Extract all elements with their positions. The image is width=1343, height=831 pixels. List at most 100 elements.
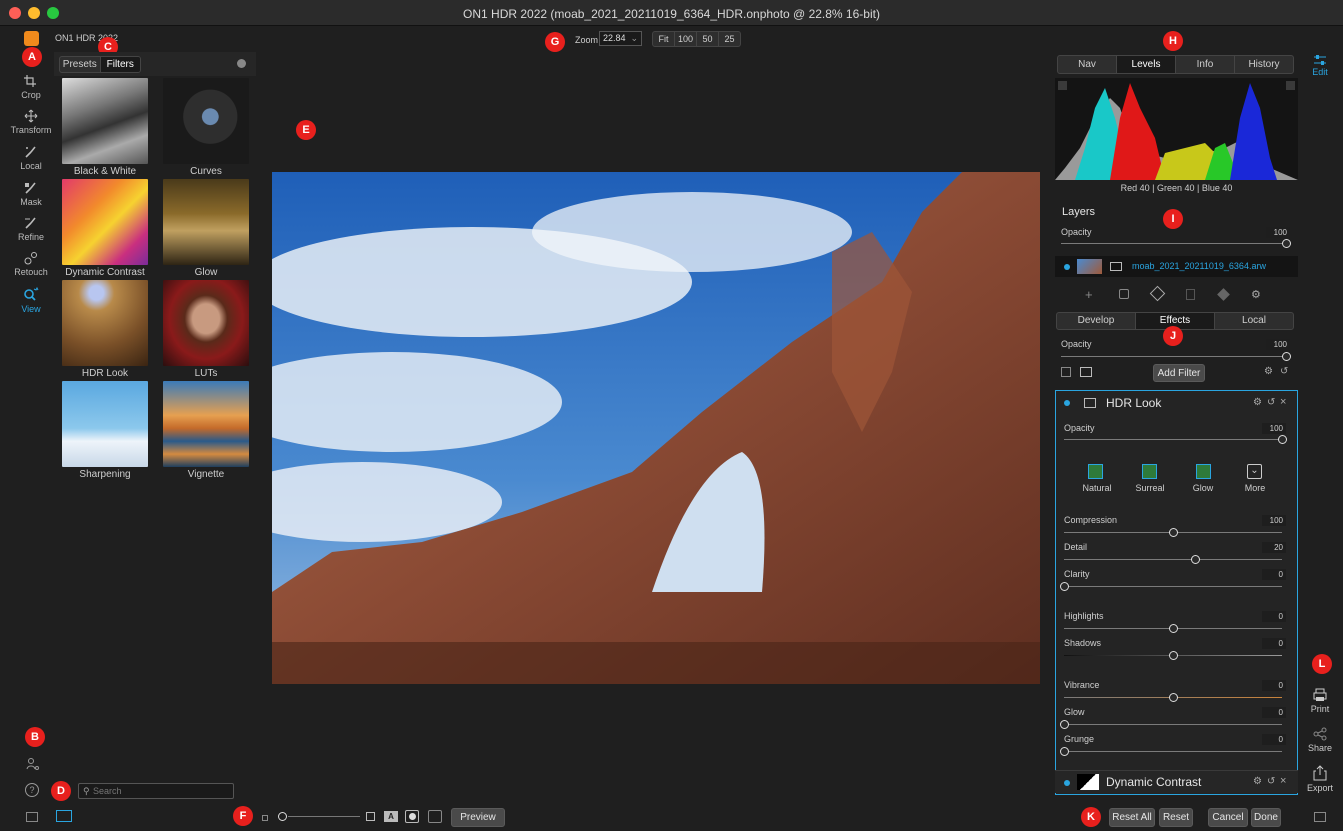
- slider-track[interactable]: [1064, 559, 1282, 560]
- filter-thumb-vignette[interactable]: [163, 381, 249, 467]
- toggle-left-panel-icon[interactable]: [26, 812, 38, 822]
- filter-thumb-glow[interactable]: [163, 179, 249, 265]
- layer-mask-icon[interactable]: [1110, 262, 1122, 271]
- tab-levels[interactable]: Levels: [1117, 56, 1176, 73]
- tab-develop[interactable]: Develop: [1057, 313, 1136, 329]
- zoom-fit[interactable]: Fit: [653, 32, 675, 46]
- filter-close-icon[interactable]: ×: [1280, 396, 1286, 408]
- slider-track[interactable]: [1064, 586, 1282, 587]
- reset-all-button[interactable]: Reset All: [1109, 808, 1155, 827]
- layers-opacity-track[interactable]: [1061, 243, 1287, 244]
- module-export[interactable]: Export: [1300, 765, 1340, 793]
- filter-visibility-icon[interactable]: [1064, 780, 1070, 786]
- tab-history[interactable]: History: [1235, 56, 1293, 73]
- slider-value[interactable]: 0: [1262, 611, 1286, 622]
- browser-options-icon[interactable]: [237, 59, 246, 68]
- tab-local[interactable]: Local: [1215, 313, 1293, 329]
- slider-value[interactable]: 0: [1262, 680, 1286, 691]
- done-button[interactable]: Done: [1251, 808, 1281, 827]
- hdr-look-title[interactable]: HDR Look: [1106, 396, 1161, 410]
- filter-gear-icon[interactable]: ⚙: [1253, 397, 1262, 408]
- natural-style-icon[interactable]: [1088, 464, 1103, 479]
- filter-close-icon[interactable]: ×: [1280, 775, 1286, 787]
- zoom-100[interactable]: 100: [675, 32, 697, 46]
- effects-opacity-value[interactable]: 100: [1266, 339, 1290, 350]
- cancel-button[interactable]: Cancel: [1208, 808, 1248, 827]
- reset-button[interactable]: Reset: [1159, 808, 1193, 827]
- search-input[interactable]: [93, 785, 231, 797]
- filter-thumb-luts[interactable]: [163, 280, 249, 366]
- slider-knob[interactable]: [1060, 582, 1069, 591]
- compare-icon[interactable]: [428, 810, 442, 823]
- dynamic-contrast-title[interactable]: Dynamic Contrast: [1106, 775, 1201, 789]
- zoom-slider-knob[interactable]: [278, 812, 287, 821]
- zoom-25[interactable]: 25: [719, 32, 740, 46]
- photo-canvas[interactable]: [272, 172, 1040, 684]
- filter-thumb-curves[interactable]: [163, 78, 249, 164]
- effects-reset-icon[interactable]: ↺: [1280, 366, 1288, 377]
- slider-knob[interactable]: [1169, 624, 1178, 633]
- filter-thumb-sharpening[interactable]: [62, 381, 148, 467]
- zoom-input[interactable]: 22.84 ⌄: [599, 31, 642, 46]
- zoom-50[interactable]: 50: [697, 32, 719, 46]
- slider-knob[interactable]: [1169, 651, 1178, 660]
- effects-gear-icon[interactable]: ⚙: [1264, 366, 1273, 377]
- slider-value[interactable]: 0: [1262, 734, 1286, 745]
- layer-name[interactable]: moab_2021_20211019_6364.arw: [1132, 261, 1266, 271]
- slider-knob[interactable]: [1060, 747, 1069, 756]
- layer-gear-icon[interactable]: ⚙: [1251, 288, 1261, 301]
- single-view-icon[interactable]: [56, 810, 72, 822]
- layers-opacity-knob[interactable]: [1282, 239, 1291, 248]
- tool-retouch[interactable]: Retouch: [9, 251, 53, 277]
- fill-layer-icon[interactable]: [1149, 285, 1166, 302]
- tab-info[interactable]: Info: [1176, 56, 1235, 73]
- delete-layer-icon[interactable]: [1186, 289, 1195, 300]
- slider-value[interactable]: 0: [1262, 638, 1286, 649]
- filter-reset-icon[interactable]: ↺: [1267, 776, 1275, 787]
- filter-visibility-icon[interactable]: [1064, 400, 1070, 406]
- hdr-opacity-knob[interactable]: [1278, 435, 1287, 444]
- layer-stack-icon[interactable]: [1217, 288, 1230, 301]
- zoom-slider-track[interactable]: [288, 816, 360, 817]
- module-print[interactable]: Print: [1300, 688, 1340, 714]
- glow-style-icon[interactable]: [1196, 464, 1211, 479]
- tab-nav[interactable]: Nav: [1058, 56, 1117, 73]
- filter-mask-icon[interactable]: [1084, 398, 1096, 408]
- add-filter-button[interactable]: Add Filter: [1153, 364, 1205, 382]
- filter-gear-icon[interactable]: ⚙: [1253, 776, 1262, 787]
- slider-knob[interactable]: [1169, 693, 1178, 702]
- user-account-icon[interactable]: [26, 757, 40, 771]
- import-filter-icon[interactable]: [1061, 367, 1071, 377]
- tool-crop[interactable]: Crop: [9, 74, 53, 100]
- tool-refine[interactable]: Refine: [9, 216, 53, 242]
- tab-presets[interactable]: Presets: [60, 57, 101, 72]
- filter-thumb-dynamic-contrast[interactable]: [62, 179, 148, 265]
- slider-knob[interactable]: [1190, 555, 1200, 564]
- dynamic-contrast-filter-row[interactable]: Dynamic Contrast ⚙ ↺ ×: [1055, 770, 1298, 793]
- layer-visibility-icon[interactable]: [1064, 264, 1070, 270]
- hdr-opacity-track[interactable]: [1064, 439, 1282, 440]
- search-field[interactable]: ⚲: [78, 783, 234, 799]
- tool-local[interactable]: Local: [9, 145, 53, 171]
- add-layer-icon[interactable]: +: [1085, 287, 1093, 302]
- module-share[interactable]: Share: [1300, 727, 1340, 753]
- filter-reset-icon[interactable]: ↺: [1267, 397, 1275, 408]
- tool-mask[interactable]: Mask: [9, 181, 53, 207]
- filter-thumb-hdr-look[interactable]: [62, 280, 148, 366]
- tool-transform[interactable]: Transform: [9, 109, 53, 135]
- slider-value[interactable]: 0: [1262, 707, 1286, 718]
- slider-track[interactable]: [1064, 751, 1282, 752]
- slider-knob[interactable]: [1060, 720, 1069, 729]
- effects-opacity-knob[interactable]: [1282, 352, 1291, 361]
- filter-thumb-bw[interactable]: [62, 78, 148, 164]
- surreal-style-icon[interactable]: [1142, 464, 1157, 479]
- duplicate-layer-icon[interactable]: [1119, 289, 1129, 299]
- slider-value[interactable]: 0: [1262, 569, 1286, 580]
- zoom-out-icon[interactable]: [262, 815, 268, 821]
- slider-track[interactable]: [1064, 724, 1282, 725]
- slider-knob[interactable]: [1169, 528, 1178, 537]
- layers-opacity-value[interactable]: 100: [1266, 227, 1290, 238]
- ai-mask-icon[interactable]: A: [384, 811, 398, 822]
- hdr-opacity-value[interactable]: 100: [1262, 423, 1286, 434]
- slider-value[interactable]: 20: [1262, 542, 1286, 553]
